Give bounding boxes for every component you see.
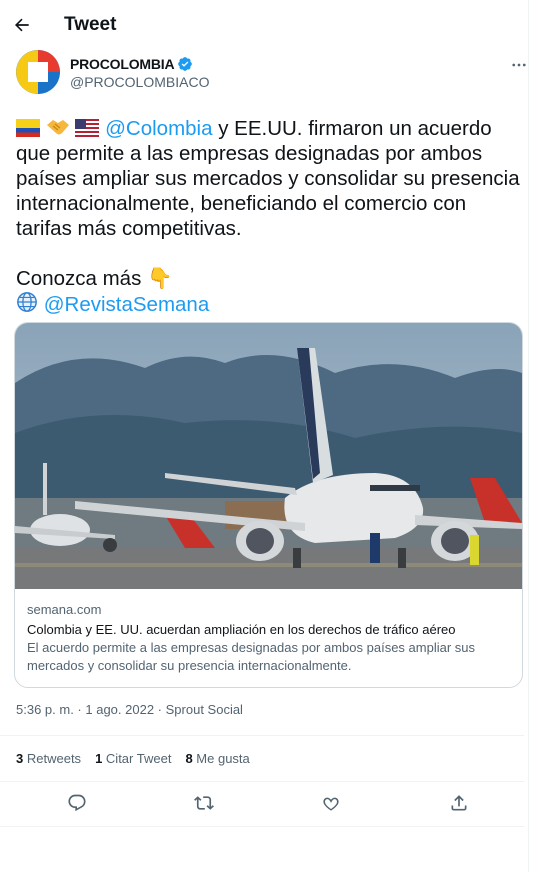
card-description-line: El acuerdo permite a las empresas design…	[27, 640, 476, 655]
page-title: Tweet	[64, 14, 117, 35]
heart-icon	[323, 797, 339, 811]
action-bar	[0, 789, 524, 817]
top-bar: Tweet	[0, 0, 544, 50]
retweet-button[interactable]	[190, 789, 218, 817]
meta-separator: ·	[73, 702, 86, 717]
card-image	[15, 323, 522, 589]
tweet-line: Conozca más 👇	[16, 266, 528, 291]
tweet-line: tarifas más competitivas.	[16, 217, 242, 240]
share-button[interactable]	[445, 789, 473, 817]
tweet-line: @Colombia y EE.UU. firmaron un acuerdo	[16, 116, 528, 141]
tweet-time[interactable]: 5:36 p. m.	[16, 702, 74, 717]
tweet-line: @RevistaSemana	[16, 291, 528, 317]
colombia-flag-icon	[16, 119, 40, 137]
retweet-icon	[194, 796, 214, 810]
retweets-label: Retweets	[26, 751, 82, 766]
card-description-line: mercados y consolidar su presencia inter…	[27, 658, 352, 673]
tweet-timestamp: 5:36 p. m. · 1 ago. 2022 · Sprout Social	[16, 702, 243, 717]
tweet-source[interactable]: Sprout Social	[166, 702, 243, 717]
reply-icon	[68, 794, 86, 812]
reply-button[interactable]	[63, 789, 91, 817]
divider	[0, 735, 524, 736]
link-card[interactable]: semana.com Colombia y EE. UU. acuerdan a…	[14, 322, 523, 688]
more-button[interactable]	[510, 56, 528, 79]
author-display-name[interactable]: PROCOLOMBIA	[70, 56, 209, 72]
author-handle[interactable]: @PROCOLOMBIACO	[70, 74, 209, 90]
handshake-icon	[46, 120, 69, 135]
retweets-stat[interactable]: 3 Retweets	[16, 751, 81, 766]
verified-badge-icon	[177, 56, 193, 72]
quotes-stat[interactable]: 1 Citar Tweet	[95, 751, 171, 766]
mention-colombia[interactable]: @Colombia	[105, 117, 212, 140]
pointing-down-emoji: 👇	[147, 267, 173, 290]
quotes-label: Citar Tweet	[105, 751, 172, 766]
likes-label: Me gusta	[196, 751, 250, 766]
call-to-action: Conozca más	[16, 267, 142, 290]
more-horizontal-icon	[512, 63, 526, 67]
card-domain: semana.com	[27, 602, 102, 617]
usa-flag-icon	[75, 119, 100, 137]
card-title: Colombia y EE. UU. acuerdan ampliación e…	[27, 622, 456, 637]
tweet-line: internacionalmente, beneficiando el come…	[16, 192, 467, 215]
quotes-count: 1	[95, 751, 103, 766]
tweet-line: países ampliar sus mercados y consolidar…	[16, 167, 520, 190]
tweet-text: @Colombia y EE.UU. firmaron un acuerdo q…	[0, 116, 544, 317]
tweet-author: PROCOLOMBIA @PROCOLOMBIACO	[0, 50, 544, 102]
column-divider	[528, 0, 529, 872]
tweet-text-segment: y EE.UU. firmaron un acuerdo	[212, 117, 492, 140]
likes-count: 8	[185, 751, 193, 766]
display-name-text: PROCOLOMBIA	[70, 56, 175, 72]
likes-stat[interactable]: 8 Me gusta	[185, 751, 249, 766]
back-button[interactable]	[4, 7, 40, 43]
retweets-count: 3	[16, 751, 24, 766]
divider	[0, 826, 524, 827]
avatar[interactable]	[16, 50, 60, 94]
tweet-date[interactable]: 1 ago. 2022	[85, 702, 154, 717]
arrow-left-icon	[15, 18, 29, 32]
like-button[interactable]	[317, 789, 345, 817]
mention-revistasemana[interactable]: @RevistaSemana	[44, 293, 210, 316]
globe-icon	[17, 292, 37, 312]
divider	[0, 781, 524, 782]
tweet-line: que permite a las empresas designadas po…	[16, 142, 483, 165]
tweet-stats: 3 Retweets 1 Citar Tweet 8 Me gusta	[16, 751, 250, 766]
share-icon	[451, 795, 467, 811]
meta-separator: ·	[154, 702, 166, 717]
